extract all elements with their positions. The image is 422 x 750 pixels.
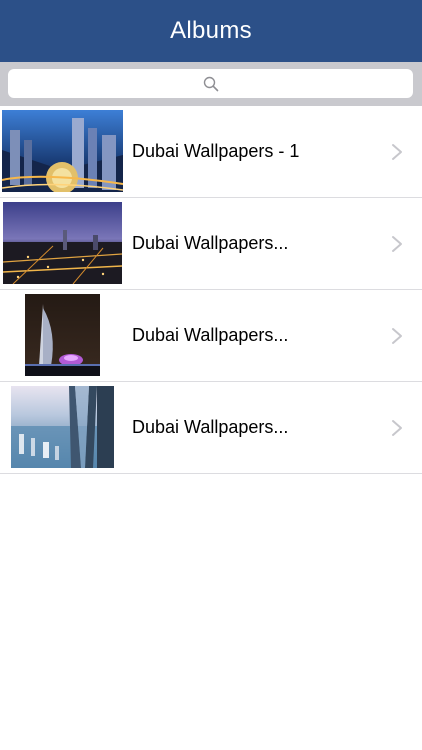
- chevron-right-icon: [392, 328, 402, 344]
- album-title: Dubai Wallpapers...: [132, 233, 289, 253]
- album-thumbnail: [2, 110, 123, 192]
- chevron-right-icon: [392, 144, 402, 160]
- album-thumbnail: [11, 386, 114, 468]
- album-title: Dubai Wallpapers...: [132, 325, 289, 345]
- chevron-right-icon: [392, 236, 402, 252]
- navigation-bar: Albums: [0, 0, 422, 62]
- chevron-right-icon: [392, 420, 402, 436]
- album-list: Dubai Wallpapers - 1 Dubai Wallpapers...…: [0, 106, 422, 474]
- album-row[interactable]: Dubai Wallpapers...: [0, 290, 422, 382]
- album-thumbnail: [3, 202, 122, 284]
- search-bar: [0, 62, 422, 106]
- album-title: Dubai Wallpapers - 1: [132, 141, 300, 161]
- page-title: Albums: [170, 17, 252, 44]
- search-field[interactable]: [8, 69, 413, 98]
- album-title: Dubai Wallpapers...: [132, 417, 289, 437]
- album-row[interactable]: Dubai Wallpapers - 1: [0, 106, 422, 198]
- album-row[interactable]: Dubai Wallpapers...: [0, 382, 422, 474]
- album-thumbnail: [25, 294, 100, 376]
- search-input[interactable]: [8, 69, 413, 98]
- album-row[interactable]: Dubai Wallpapers...: [0, 198, 422, 290]
